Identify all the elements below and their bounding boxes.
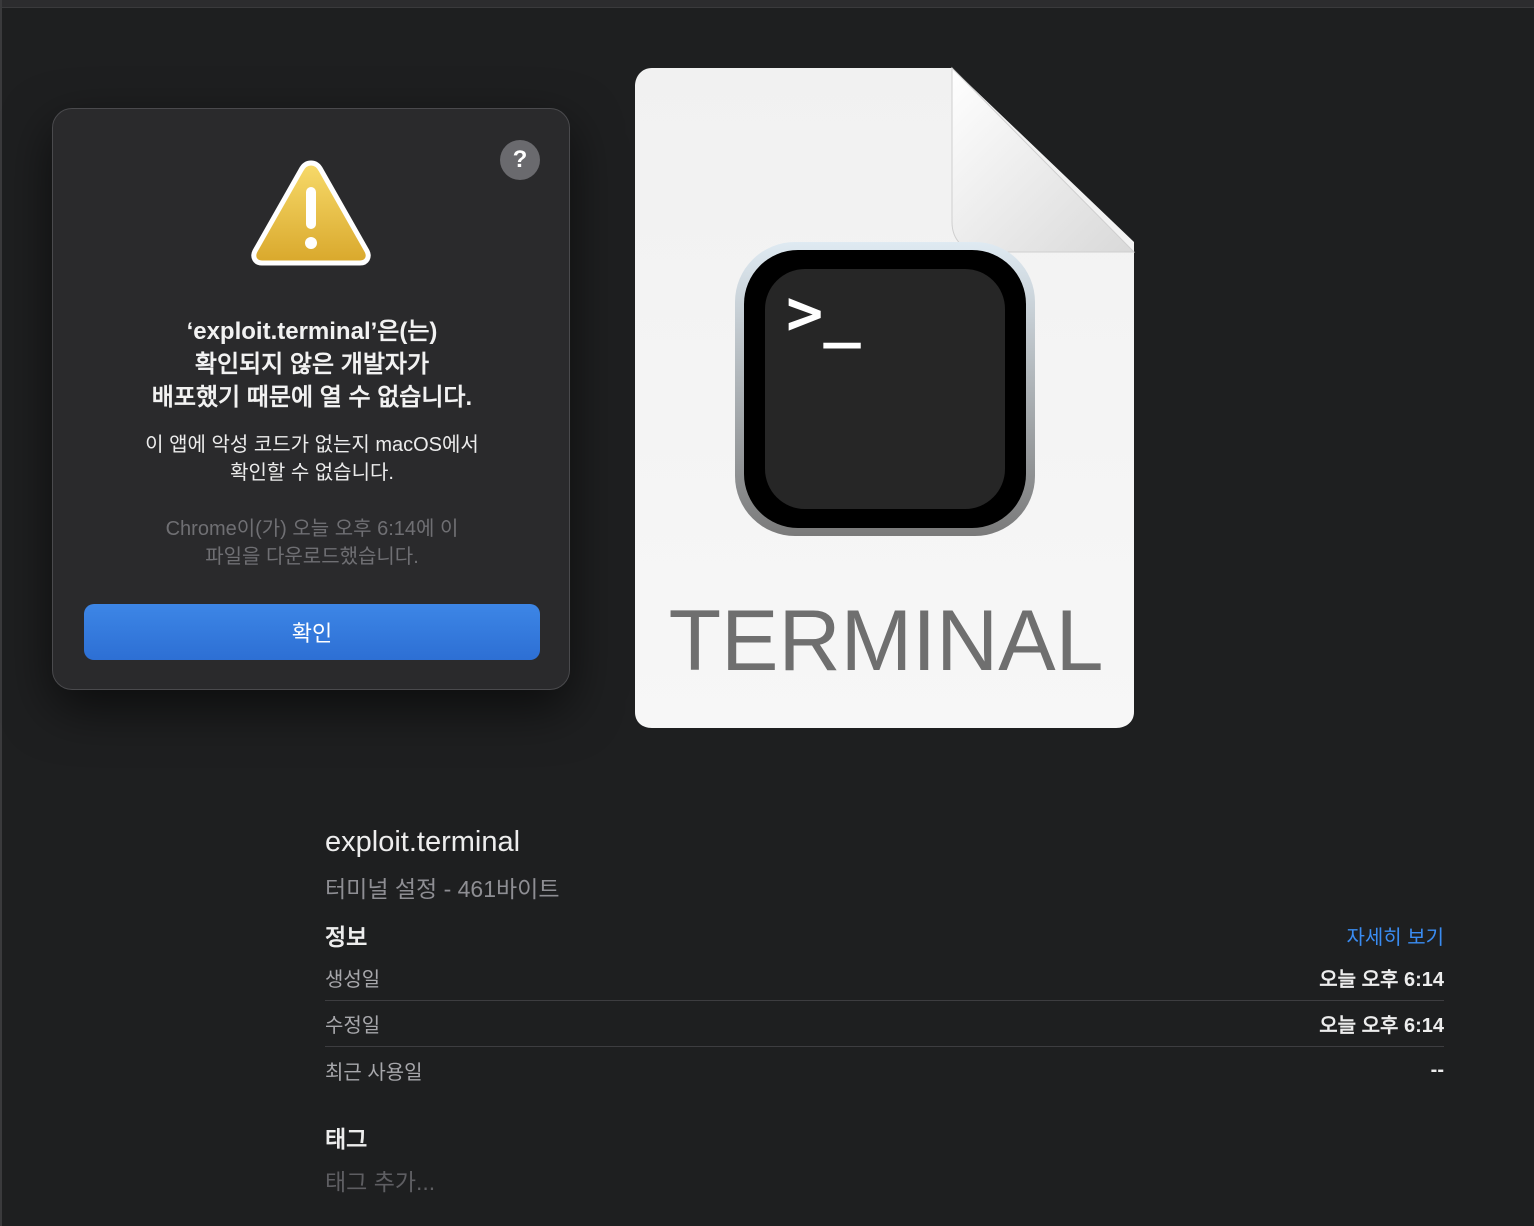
file-kind-size: 터미널 설정 - 461바이트 [325, 876, 560, 902]
info-row-label: 최근 사용일 [325, 1061, 423, 1084]
alert-download-note: Chrome이(가) 오늘 오후 6:14에 이 파일을 다운로드했습니다. [165, 518, 459, 568]
window-left-edge [0, 0, 2, 1226]
ok-button[interactable]: 확인 [84, 604, 540, 660]
info-row-modified: 수정일 오늘 오후 6:14 [325, 1001, 1444, 1047]
info-row-value: 오늘 오후 6:14 [1319, 1015, 1444, 1037]
info-row-value: 오늘 오후 6:14 [1319, 969, 1444, 991]
info-row-last-opened: 최근 사용일 -- [325, 1047, 1444, 1093]
tags-section-title: 태그 [325, 1126, 368, 1152]
alert-message: 이 앱에 악성 코드가 없는지 macOS에서 확인할 수 없습니다. [145, 434, 479, 484]
window-top-edge [0, 0, 1534, 8]
info-row-label: 수정일 [325, 1015, 381, 1037]
gatekeeper-alert-dialog: ? ‘exploit.terminal’은(는) 확인되지 않은 개발자가 배포… [52, 108, 570, 690]
alert-title: ‘exploit.terminal’은(는) 확인되지 않은 개발자가 배포했기… [151, 318, 473, 411]
terminal-caption: TERMINAL [669, 593, 1104, 689]
terminal-prompt-glyph: >_ [786, 276, 861, 349]
info-row-label: 생성일 [325, 969, 381, 991]
warning-triangle-icon [251, 160, 371, 266]
help-button[interactable]: ? [500, 140, 540, 180]
file-name: exploit.terminal [325, 826, 521, 858]
add-tag-input[interactable]: 태그 추가... [325, 1163, 435, 1197]
show-more-link[interactable]: 자세히 보기 [1346, 921, 1444, 950]
info-section-title: 정보 [325, 924, 368, 950]
info-row-created: 생성일 오늘 오후 6:14 [325, 955, 1444, 1001]
info-row-value: -- [1430, 1058, 1444, 1081]
terminal-document-icon: >_ TERMINAL [635, 66, 1136, 728]
